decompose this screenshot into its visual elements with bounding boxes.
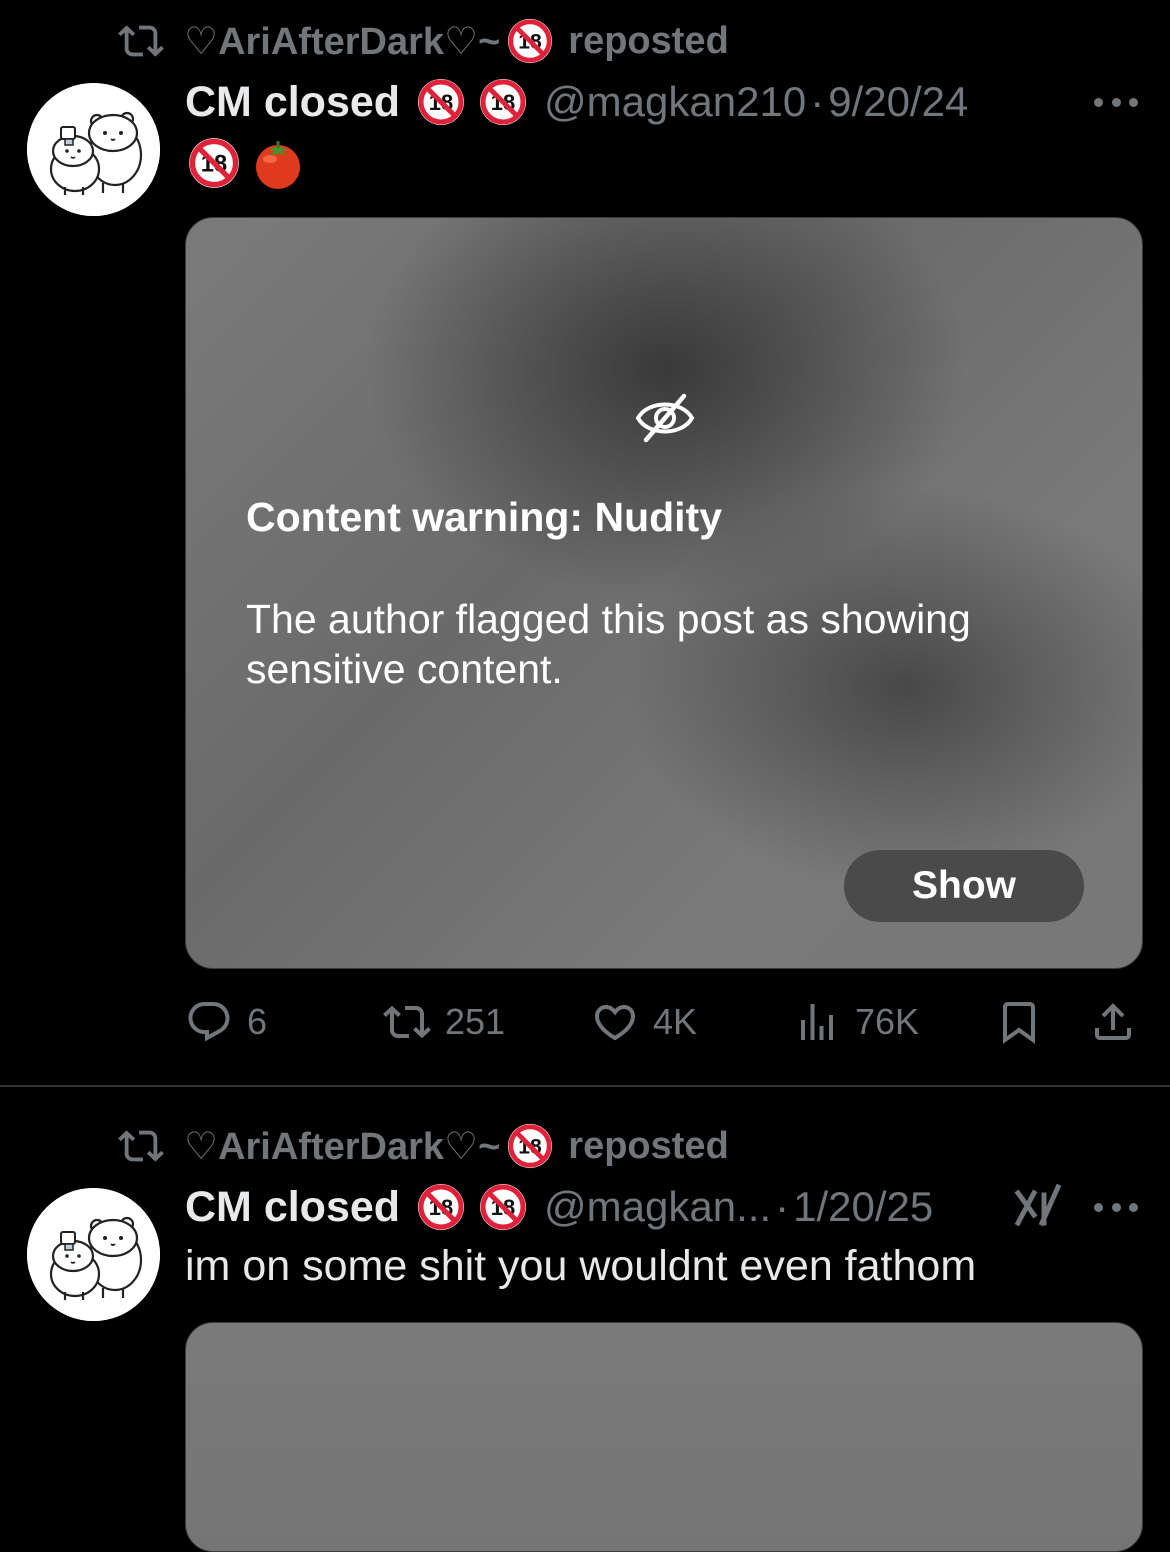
no-under-18-icon — [416, 77, 466, 127]
reply-count: 6 — [247, 1001, 268, 1042]
views-icon — [801, 1004, 833, 1040]
bears-avatar-image — [27, 1188, 160, 1321]
repost-icon — [118, 1123, 164, 1169]
repost-context: ♡AriAfterDark♡~ reposted — [118, 1121, 729, 1171]
author-handle[interactable]: @magkan... — [544, 1183, 771, 1231]
reposter-name[interactable]: ♡AriAfterDark♡~ — [184, 1124, 500, 1169]
heart-icon — [594, 1005, 636, 1041]
content-warning-body: The author flagged this post as showing … — [246, 596, 971, 692]
post-header: CM closed @magkan210 · 9/20/24 — [185, 74, 968, 130]
sensitive-media[interactable]: Content warning: Nudity The author flagg… — [185, 217, 1143, 969]
repost-icon — [118, 18, 164, 64]
repost-icon — [383, 998, 431, 1046]
view-count: 76K — [855, 1001, 920, 1042]
tomato-emoji — [256, 141, 300, 189]
views-button[interactable]: 76K — [793, 996, 919, 1048]
author-name[interactable]: CM closed — [185, 1183, 400, 1232]
share-button[interactable] — [1089, 996, 1137, 1048]
no-under-18-icon — [416, 1182, 466, 1232]
no-under-18-icon — [506, 17, 554, 65]
post-2[interactable]: ♡AriAfterDark♡~ reposted CM closed @magk… — [0, 1087, 1170, 1552]
content-warning-title: Content warning: Nudity — [246, 494, 723, 540]
no-under-18-icon — [478, 77, 528, 127]
bookmark-button[interactable] — [995, 996, 1043, 1048]
action-bar: 6 251 4K 76K — [185, 996, 1145, 1048]
like-count: 4K — [653, 1001, 698, 1042]
bookmark-icon — [1003, 1002, 1035, 1044]
reposter-name[interactable]: ♡AriAfterDark♡~ — [184, 19, 500, 64]
post-date[interactable]: 9/20/24 — [828, 78, 968, 126]
post-text: im on some shit you wouldnt even fathom — [185, 1241, 977, 1290]
separator: · — [810, 78, 825, 125]
post-media[interactable] — [185, 1322, 1143, 1552]
more-icon[interactable] — [1094, 1199, 1138, 1215]
reply-icon — [188, 1002, 230, 1042]
post-text — [185, 136, 307, 190]
repost-button[interactable]: 251 — [383, 996, 505, 1048]
author-handle[interactable]: @magkan210 — [544, 78, 806, 126]
separator: · — [775, 1183, 790, 1230]
no-under-18-icon — [478, 1182, 528, 1232]
grok-icon[interactable] — [1012, 1181, 1064, 1233]
more-icon[interactable] — [1094, 94, 1138, 110]
post-date[interactable]: 1/20/25 — [793, 1183, 933, 1231]
avatar[interactable] — [27, 1188, 160, 1321]
no-under-18-icon — [187, 136, 241, 190]
repost-count: 251 — [445, 1001, 506, 1042]
avatar[interactable] — [27, 83, 160, 216]
no-under-18-icon — [506, 1122, 554, 1170]
post-header: CM closed @magkan... · 1/20/25 — [185, 1179, 933, 1235]
share-icon — [1095, 1003, 1131, 1040]
reply-button[interactable]: 6 — [185, 996, 267, 1048]
show-button[interactable]: Show — [844, 850, 1084, 922]
repost-label: reposted — [568, 1124, 729, 1167]
author-name[interactable]: CM closed — [185, 78, 400, 127]
like-button[interactable]: 4K — [591, 996, 697, 1048]
repost-label: reposted — [568, 19, 729, 62]
eye-slash-icon — [635, 393, 695, 443]
bears-avatar-image — [27, 83, 160, 216]
repost-context: ♡AriAfterDark♡~ reposted — [118, 16, 729, 66]
post-1[interactable]: ♡AriAfterDark♡~ reposted CM closed @magk… — [0, 0, 1170, 1086]
